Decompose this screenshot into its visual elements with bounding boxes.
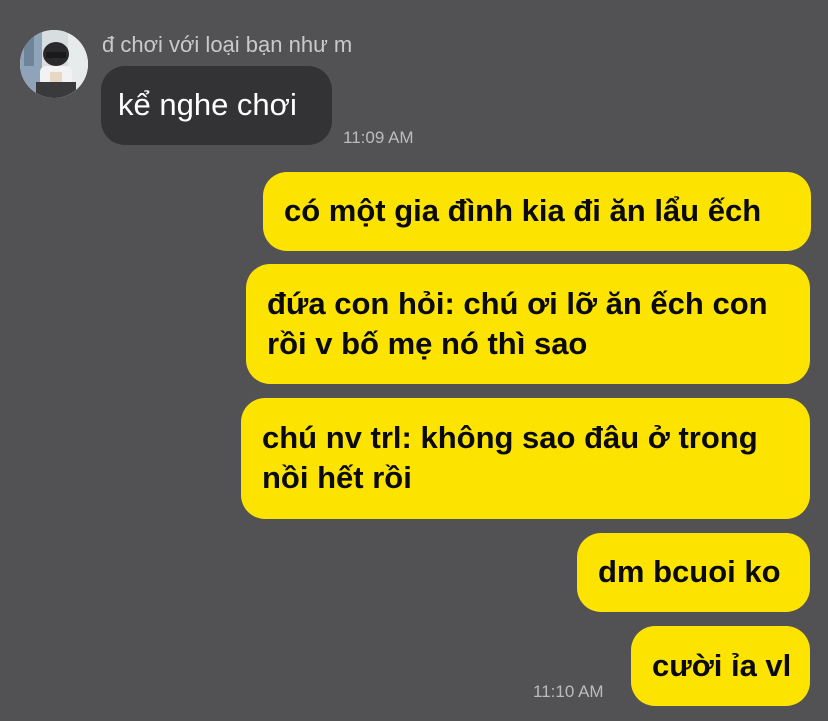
incoming-message-bubble[interactable]: kể nghe chơi [101,66,332,145]
profile-photo-icon [20,30,88,98]
message-line: dm bcuoi ko [598,554,781,589]
sender-name: đ chơi với loại bạn như m [102,32,353,57]
message-line: rồi v bố mẹ nó thì sao [267,326,588,361]
incoming-timestamp: 11:09 AM [343,128,414,147]
message-line: nồi hết rồi [262,460,412,495]
outgoing-message-bubble[interactable]: dm bcuoi ko [577,533,810,612]
message-line: đứa con hỏi: chú ơi lỡ ăn ếch con [267,286,768,321]
outgoing-message-bubble[interactable]: chú nv trl: không sao đâu ở trong nồi hế… [241,398,810,519]
avatar[interactable] [20,30,88,98]
outgoing-message-bubble[interactable]: cười ỉa vl [631,626,810,706]
message-line: chú nv trl: không sao đâu ở trong [262,420,758,455]
message-line: cười ỉa vl [652,648,792,683]
incoming-message-text: kể nghe chơi [118,87,297,122]
outgoing-timestamp: 11:10 AM [533,682,604,701]
outgoing-message-bubble[interactable]: có một gia đình kia đi ăn lẩu ếch [263,172,811,251]
message-line: có một gia đình kia đi ăn lẩu ếch [284,193,762,228]
outgoing-message-bubble[interactable]: đứa con hỏi: chú ơi lỡ ăn ếch con rồi v … [246,264,810,384]
